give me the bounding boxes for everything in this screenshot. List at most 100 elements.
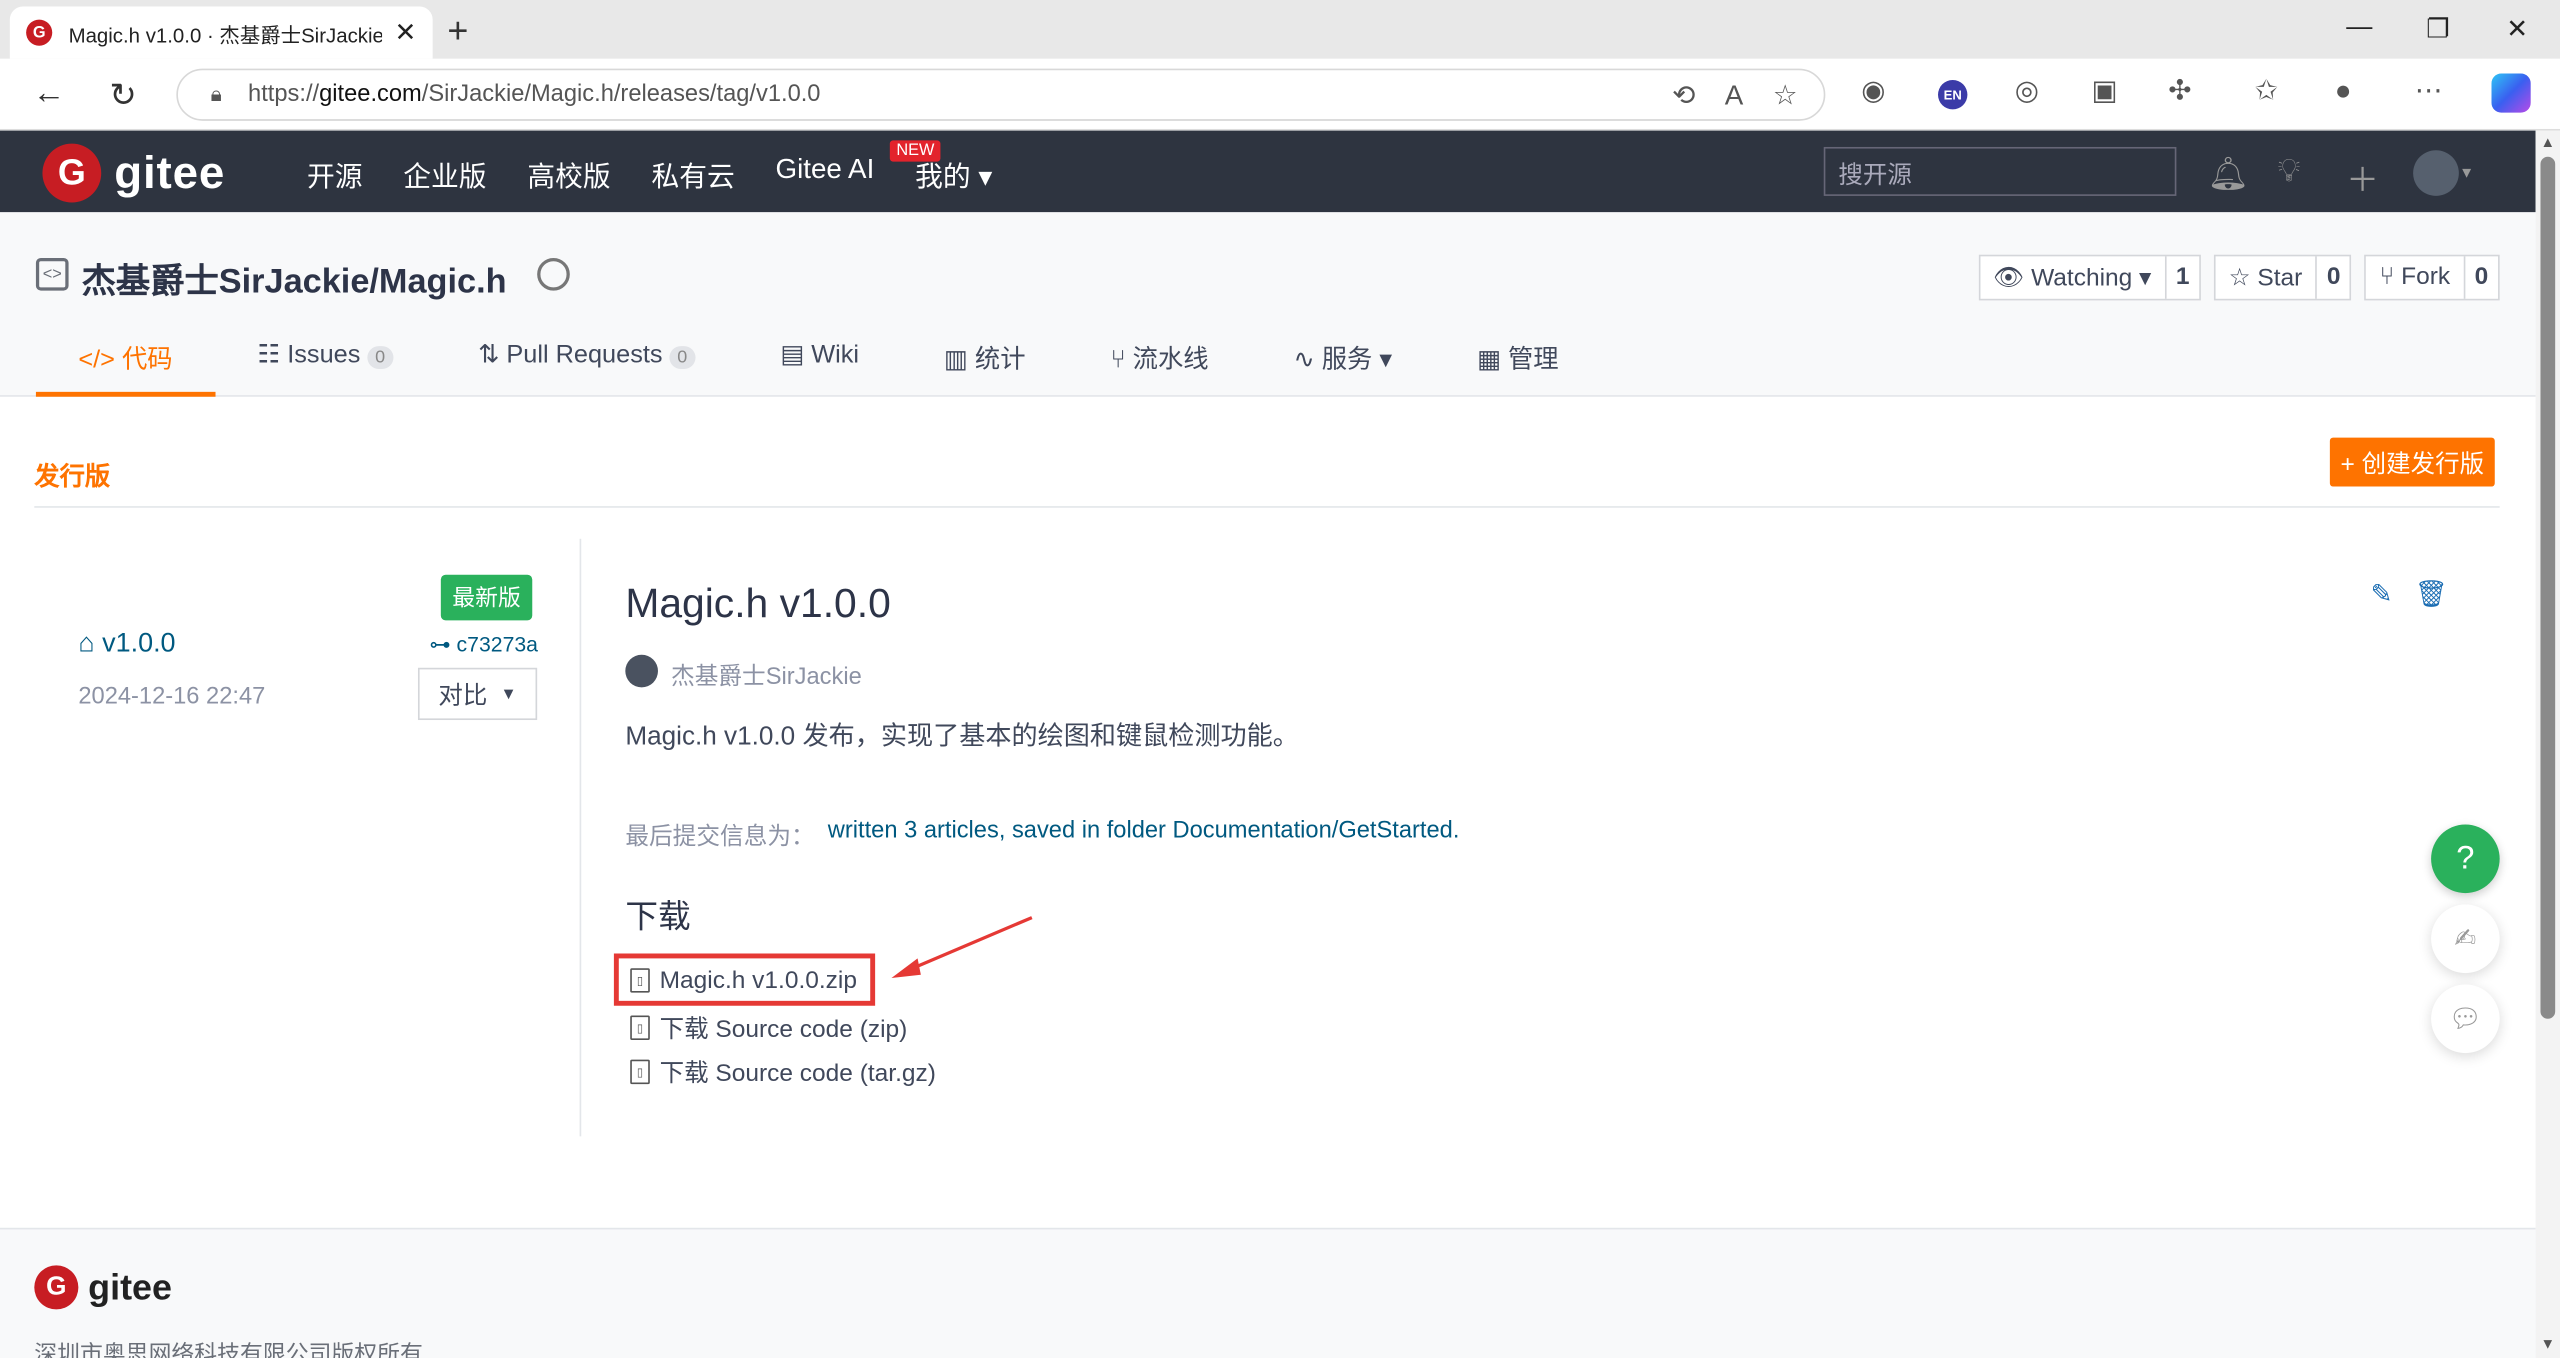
repo-tabs: </> 代码 ☷ Issues 0 ⇅ Pull Requests 0 ▤ Wiki… bbox=[35, 340, 1644, 397]
tab-title: Magic.h v1.0.0 · 杰基爵士SirJackie bbox=[68, 23, 383, 47]
profile-icon[interactable]: ● bbox=[2335, 75, 2352, 108]
file-zip-icon: ▯ bbox=[630, 1015, 650, 1041]
footer: G gitee 深圳市奥思网络科技有限公司版权所有 bbox=[0, 1227, 2536, 1358]
nav-private-cloud[interactable]: 私有云 bbox=[651, 153, 734, 194]
delete-trash-icon[interactable]: 🗑︎ bbox=[2415, 578, 2448, 611]
release-title: Magic.h v1.0.0 bbox=[625, 581, 891, 627]
fork-icon: ⑂ bbox=[2379, 262, 2402, 291]
fork-count[interactable]: 0 bbox=[2465, 256, 2498, 298]
gitee-favicon-icon: G bbox=[26, 19, 53, 46]
window-close-icon[interactable]: ✕ bbox=[2506, 13, 2528, 46]
commit-link[interactable]: ⊶ c73273a bbox=[429, 632, 538, 658]
medal-icon[interactable] bbox=[537, 257, 570, 291]
chart-icon: ▥ bbox=[943, 346, 975, 374]
divider bbox=[34, 506, 2500, 508]
star-button[interactable]: ☆ Star 0 bbox=[2213, 254, 2352, 301]
lightbulb-icon[interactable]: 💡︎ bbox=[2278, 153, 2301, 191]
nav-gitee-ai[interactable]: Gitee AI bbox=[776, 153, 875, 194]
scroll-up-icon[interactable]: ▲ bbox=[2540, 134, 2555, 150]
watch-button[interactable]: 👁︎ Watching ▾ 1 bbox=[1978, 254, 2201, 301]
feedback-edit-button[interactable]: ✍ bbox=[2431, 904, 2500, 974]
read-aloud-icon[interactable]: A bbox=[1725, 80, 1744, 113]
vertical-divider bbox=[579, 538, 582, 1137]
add-plus-icon[interactable]: ＋ bbox=[2346, 153, 2379, 200]
compare-button[interactable]: 对比 ▼ bbox=[417, 667, 538, 721]
annotation-arrow bbox=[891, 916, 1033, 978]
page-scrollbar[interactable]: ▲ ▼ bbox=[2535, 130, 2560, 1358]
restore-icon[interactable]: ❐ bbox=[2426, 13, 2449, 46]
extension-grammarly-icon[interactable]: ◎ bbox=[2015, 75, 2039, 108]
footer-logo[interactable]: G gitee bbox=[34, 1265, 172, 1310]
wiki-book-icon: ▤ bbox=[780, 341, 812, 369]
gitee-logo-icon: G bbox=[42, 143, 102, 203]
tag-link[interactable]: ⌂ v1.0.0 bbox=[78, 629, 175, 660]
favorite-star-icon[interactable]: ☆ bbox=[1773, 80, 1798, 113]
user-avatar[interactable] bbox=[2413, 150, 2459, 196]
tab-wiki[interactable]: ▤ Wiki bbox=[780, 340, 859, 397]
back-icon[interactable]: ← bbox=[33, 75, 66, 113]
translate-icon[interactable]: ⟲ bbox=[1672, 80, 1695, 113]
tab-pull-requests[interactable]: ⇅ Pull Requests 0 bbox=[478, 340, 696, 397]
help-button[interactable]: ? bbox=[2431, 824, 2500, 894]
nav-enterprise[interactable]: 企业版 bbox=[403, 153, 486, 194]
chat-icon: 💬︎ bbox=[2448, 1005, 2482, 1034]
lock-icon: 🔒︎ bbox=[210, 81, 222, 107]
extension-gamepad-icon[interactable]: ▣ bbox=[2091, 75, 2117, 108]
address-bar[interactable]: 🔒︎ https://gitee.com/SirJackie/Magic.h/r… bbox=[176, 68, 1826, 121]
copilot-icon[interactable] bbox=[2491, 73, 2531, 113]
manage-icon: ▦ bbox=[1477, 346, 1508, 374]
release-description: Magic.h v1.0.0 发布，实现了基本的绘图和键鼠检测功能。 bbox=[625, 723, 1299, 752]
tab-pipeline[interactable]: ⑂ 流水线 bbox=[1110, 340, 1208, 397]
release-date: 2024-12-16 22:47 bbox=[78, 684, 266, 711]
minimize-icon[interactable]: — bbox=[2346, 13, 2372, 42]
new-badge: NEW bbox=[889, 140, 941, 162]
watch-count[interactable]: 1 bbox=[2166, 256, 2199, 298]
tab-close-icon[interactable]: ✕ bbox=[394, 16, 416, 49]
tab-issues[interactable]: ☷ Issues 0 bbox=[258, 340, 394, 397]
refresh-icon[interactable]: ↻ bbox=[109, 75, 136, 116]
issues-icon: ☷ bbox=[257, 341, 288, 369]
fork-button[interactable]: ⑂ Fork 0 bbox=[2364, 254, 2500, 301]
last-commit-message[interactable]: written 3 articles, saved in folder Docu… bbox=[828, 818, 1460, 844]
browser-tab[interactable]: G Magic.h v1.0.0 · 杰基爵士SirJackie ✕ bbox=[9, 6, 433, 59]
repo-name[interactable]: 杰基爵士SirJackie/Magic.h bbox=[82, 255, 507, 304]
extension-en-icon[interactable]: EN bbox=[1938, 80, 1968, 110]
highlight-box bbox=[613, 953, 876, 1006]
tag-icon: ⌂ bbox=[78, 628, 103, 658]
footer-copyright: 深圳市奥思网络科技有限公司版权所有 bbox=[34, 1340, 423, 1358]
tab-manage[interactable]: ▦ 管理 bbox=[1477, 340, 1559, 397]
tab-stats[interactable]: ▥ 统计 bbox=[944, 340, 1026, 397]
extensions-puzzle-icon[interactable]: ✣ bbox=[2168, 75, 2191, 108]
download-source-targz[interactable]: ▯ 下载 Source code (tar.gz) bbox=[630, 1055, 936, 1089]
avatar-dropdown-icon[interactable]: ▾ bbox=[2462, 162, 2471, 183]
author-avatar[interactable] bbox=[625, 654, 658, 688]
notification-bell-icon[interactable]: 🔔︎ bbox=[2207, 153, 2248, 194]
commit-icon: ⊶ bbox=[429, 631, 457, 657]
more-menu-icon[interactable]: ⋯ bbox=[2415, 75, 2443, 108]
edit-icon[interactable]: ✎ bbox=[2371, 578, 2393, 611]
gitee-header: G gitee 开源 企业版 高校版 私有云 Gitee AI 我的 ▾ 搜开源… bbox=[0, 130, 2536, 213]
create-release-button[interactable]: + 创建发行版 bbox=[2329, 437, 2495, 487]
releases-title[interactable]: 发行版 bbox=[34, 457, 110, 493]
scroll-down-icon[interactable]: ▼ bbox=[2540, 1336, 2555, 1352]
extension-globe-icon[interactable]: ◉ bbox=[1861, 75, 1885, 108]
scrollbar-thumb[interactable] bbox=[2540, 156, 2556, 1019]
tab-code[interactable]: </> 代码 bbox=[35, 340, 216, 397]
pull-request-icon: ⇅ bbox=[478, 341, 507, 369]
tab-services[interactable]: ∿ 服务 ▾ bbox=[1294, 340, 1393, 397]
pipeline-icon: ⑂ bbox=[1110, 346, 1133, 374]
downloads-title: 下载 bbox=[625, 899, 691, 936]
url-text: https://gitee.com/SirJackie/Magic.h/rele… bbox=[248, 81, 821, 108]
repo-header: <> 杰基爵士SirJackie/Magic.h 👁︎ Watching ▾ 1… bbox=[0, 212, 2536, 397]
new-tab-button[interactable]: + bbox=[447, 10, 468, 52]
download-source-zip[interactable]: ▯ 下载 Source code (zip) bbox=[630, 1011, 907, 1045]
star-count[interactable]: 0 bbox=[2317, 256, 2350, 298]
chat-button[interactable]: 💬︎ bbox=[2431, 984, 2500, 1054]
file-zip-icon: ▯ bbox=[630, 1059, 650, 1085]
author-name[interactable]: 杰基爵士SirJackie bbox=[671, 658, 862, 692]
gitee-logo[interactable]: G gitee bbox=[42, 143, 225, 203]
search-input[interactable]: 搜开源 bbox=[1823, 146, 2177, 196]
nav-open-source[interactable]: 开源 bbox=[307, 153, 363, 194]
nav-university[interactable]: 高校版 bbox=[527, 153, 610, 194]
favorites-icon[interactable]: ✩ bbox=[2255, 75, 2278, 108]
